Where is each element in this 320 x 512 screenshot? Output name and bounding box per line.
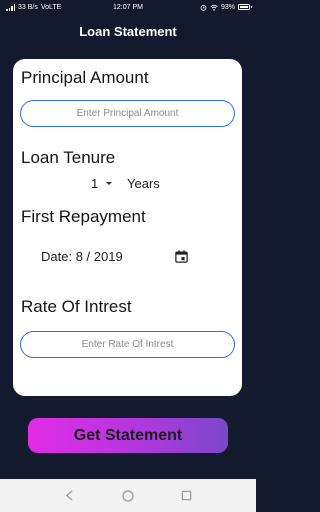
tenure-selected-value: 1 <box>91 176 99 191</box>
status-right: 93% <box>200 3 252 11</box>
dropdown-caret-icon <box>106 182 113 185</box>
page-title: Loan Statement <box>79 24 177 39</box>
calendar-icon[interactable] <box>174 249 189 264</box>
home-icon[interactable] <box>121 489 135 503</box>
system-nav-bar <box>0 479 256 512</box>
back-icon[interactable] <box>62 489 76 503</box>
battery-percent: 93% <box>220 3 235 11</box>
tenure-row: 1 Years <box>91 176 160 191</box>
battery-icon <box>238 4 252 10</box>
repayment-date-field[interactable]: Date: 8 / 2019 <box>41 249 123 264</box>
status-bar: 33 B/s VoLTE 12:07 PM 93% <box>0 0 256 14</box>
wifi-icon <box>210 4 218 11</box>
date-value: 8 / 2019 <box>75 249 123 264</box>
loan-form-card: Principal Amount Loan Tenure 1 Years Fir… <box>13 59 242 396</box>
get-statement-button[interactable]: Get Statement <box>28 418 228 453</box>
signal-icon <box>6 3 15 11</box>
date-prefix: Date: <box>41 249 73 264</box>
status-left: 33 B/s VoLTE <box>6 3 62 11</box>
rate-of-interest-input[interactable] <box>20 331 235 358</box>
tenure-dropdown[interactable]: 1 <box>91 176 121 191</box>
tenure-unit-label: Years <box>127 176 160 191</box>
loan-tenure-label: Loan Tenure <box>21 148 116 167</box>
first-repayment-label: First Repayment <box>21 207 146 226</box>
rate-of-interest-label: Rate Of Intrest <box>21 297 132 316</box>
network-type: VoLTE <box>40 3 62 11</box>
alarm-icon <box>200 4 207 11</box>
principal-amount-label: Principal Amount <box>21 68 149 87</box>
principal-amount-input[interactable] <box>20 100 235 127</box>
recents-icon[interactable] <box>180 489 194 503</box>
network-speed: 33 B/s <box>18 3 38 11</box>
